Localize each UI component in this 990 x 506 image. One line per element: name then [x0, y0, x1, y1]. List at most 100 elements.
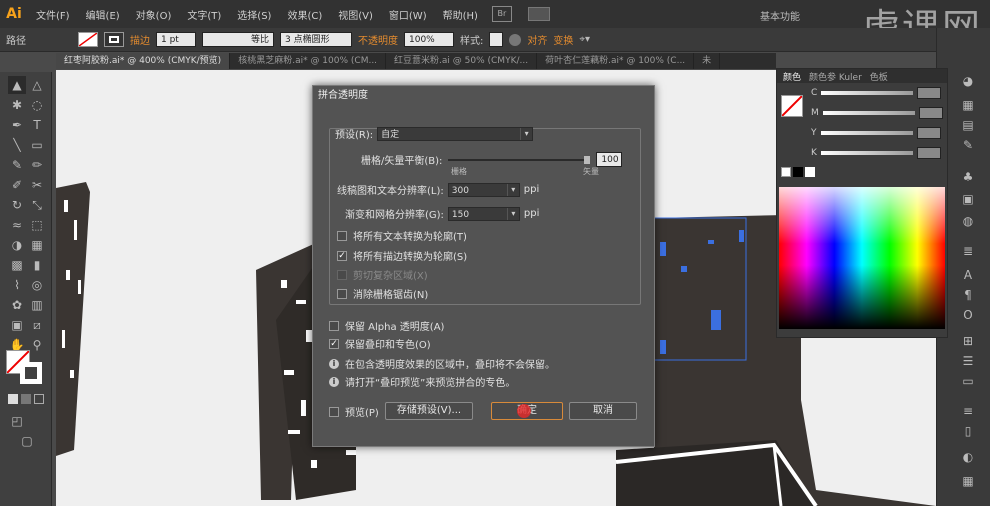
stroke-panel-icon[interactable]: ≡	[959, 402, 977, 420]
menu-type[interactable]: 文字(T)	[179, 7, 229, 22]
menu-file[interactable]: 文件(F)	[28, 7, 78, 22]
none-swatch[interactable]	[781, 167, 791, 177]
stroke-weight-field[interactable]: 1 pt	[156, 32, 196, 47]
raster-vector-slider[interactable]	[448, 155, 591, 164]
cb-antialias[interactable]: 消除栅格锯齿(N)	[337, 286, 428, 301]
cb-text-outlines[interactable]: 将所有文本转换为轮廓(T)	[337, 228, 467, 243]
style-swatch[interactable]	[489, 32, 504, 47]
graphic-styles-icon[interactable]: ▣	[959, 190, 977, 208]
channel-m[interactable]: M	[811, 107, 943, 119]
menu-window[interactable]: 窗口(W)	[381, 7, 435, 22]
mesh-tool-icon[interactable]: ▩	[8, 256, 26, 274]
checkbox[interactable]	[337, 288, 347, 299]
tab-swatches[interactable]: 色板	[870, 70, 888, 83]
artboards-panel-icon[interactable]: ▦	[959, 472, 977, 490]
symbol-sprayer-tool-icon[interactable]: ✿	[8, 296, 26, 314]
character-panel-icon[interactable]: A	[959, 266, 977, 284]
screen-mode-icon[interactable]: ▢	[18, 432, 36, 450]
free-transform-tool-icon[interactable]: ⬚	[28, 216, 46, 234]
checkbox-checked[interactable]: ✓	[329, 338, 339, 349]
align-panel-icon[interactable]: ☰	[959, 352, 977, 370]
graph-tool-icon[interactable]: ▥	[28, 296, 46, 314]
checkbox-checked[interactable]: ✓	[337, 250, 347, 261]
rectangle-tool-icon[interactable]: ▭	[28, 136, 46, 154]
line-art-dropdown[interactable]: 300 ▾	[447, 182, 520, 197]
brushes-panel-icon[interactable]: ✎	[959, 136, 977, 154]
magic-wand-tool-icon[interactable]: ✱	[8, 96, 26, 114]
width-tool-icon[interactable]: ≈	[8, 216, 26, 234]
channel-k[interactable]: K	[811, 147, 941, 159]
paintbrush-tool-icon[interactable]: ✎	[8, 156, 26, 174]
arrange-documents-icon[interactable]	[527, 7, 550, 21]
brush-definition[interactable]: 3 点椭圆形	[280, 32, 352, 47]
cb-stroke-outlines[interactable]: ✓ 将所有描边转换为轮廓(S)	[337, 248, 467, 263]
scissors-tool-icon[interactable]: ✂	[28, 176, 46, 194]
menu-object[interactable]: 对象(O)	[128, 7, 180, 22]
blob-brush-tool-icon[interactable]: ✐	[8, 176, 26, 194]
bridge-button[interactable]: Br	[491, 6, 512, 22]
black-swatch[interactable]	[793, 167, 803, 177]
direct-selection-tool-icon[interactable]: △	[28, 76, 46, 94]
slider-handle[interactable]	[584, 155, 591, 164]
opentype-panel-icon[interactable]: O	[959, 306, 977, 324]
menu-view[interactable]: 视图(V)	[330, 7, 381, 22]
preset-dropdown[interactable]: 自定 ▾	[377, 126, 534, 141]
opacity-label[interactable]: 不透明度	[358, 32, 398, 47]
paragraph-panel-icon[interactable]: ¶	[959, 286, 977, 304]
perspective-grid-tool-icon[interactable]: ▦	[28, 236, 46, 254]
fill-stroke-widget[interactable]	[6, 350, 46, 386]
gradient-tool-icon[interactable]: ▮	[28, 256, 46, 274]
tab-color-guide[interactable]: 颜色参 Kuler	[809, 70, 862, 83]
transform-panel-icon[interactable]: ⊞	[959, 332, 977, 350]
symbols-panel-icon[interactable]: ♣	[959, 168, 977, 186]
pathfinder-panel-icon[interactable]: ▭	[959, 372, 977, 390]
gradient-mesh-dropdown[interactable]: 150 ▾	[447, 206, 520, 221]
raster-vector-field[interactable]: 100	[596, 152, 623, 167]
variable-width-profile[interactable]: 等比	[202, 32, 274, 47]
stroke-label[interactable]: 描边	[130, 32, 150, 47]
tab-doc-4[interactable]: 荷叶杏仁莲藕粉.ai* @ 100% (C...	[537, 53, 695, 69]
color-mode-buttons[interactable]	[8, 394, 44, 404]
artboard-tool-icon[interactable]: ▣	[8, 316, 26, 334]
layers-panel-icon[interactable]: ≣	[959, 242, 977, 260]
shape-builder-tool-icon[interactable]: ◑	[8, 236, 26, 254]
panel-menu-icon[interactable]: ⌖▾	[579, 34, 590, 45]
opacity-field[interactable]: 100%	[404, 32, 454, 47]
transform-label[interactable]: 变换	[553, 32, 573, 47]
save-preset-button[interactable]: 存储预设(V)...	[385, 402, 473, 420]
appearance-icon[interactable]: ◍	[959, 212, 977, 230]
line-tool-icon[interactable]: ╲	[8, 136, 26, 154]
checkbox[interactable]	[329, 406, 339, 417]
tab-doc-1[interactable]: 红枣阿胶粉.ai* @ 400% (CMYK/预览)	[56, 53, 231, 69]
cancel-button[interactable]: 取消	[569, 402, 637, 420]
menu-select[interactable]: 选择(S)	[229, 7, 279, 22]
swatches-panel-icon[interactable]: ▤	[959, 116, 977, 134]
blend-tool-icon[interactable]: ◎	[28, 276, 46, 294]
fill-stroke-preview[interactable]	[781, 95, 803, 117]
pencil-tool-icon[interactable]: ✏	[28, 156, 46, 174]
menu-effect[interactable]: 效果(C)	[279, 7, 330, 22]
stroke-swatch[interactable]	[104, 32, 124, 47]
eyedropper-tool-icon[interactable]: ⌇	[8, 276, 26, 294]
cb-overprint[interactable]: ✓ 保留叠印和专色(O)	[329, 336, 431, 351]
tab-doc-5[interactable]: 未	[694, 53, 721, 69]
color-panel-icon[interactable]: ◕	[959, 72, 977, 90]
scale-tool-icon[interactable]: ⤡	[28, 196, 46, 214]
transparency-panel-icon[interactable]: ◐	[959, 448, 977, 466]
menu-edit[interactable]: 编辑(E)	[78, 7, 128, 22]
pen-tool-icon[interactable]: ✒	[8, 116, 26, 134]
drawing-mode-icon[interactable]: ◰	[8, 412, 26, 430]
selection-tool-icon[interactable]: ▲	[8, 76, 26, 94]
fill-swatch[interactable]	[78, 32, 98, 47]
channel-c[interactable]: C	[811, 87, 942, 99]
align-label[interactable]: 对齐	[527, 32, 547, 47]
cb-preview[interactable]: 预览(P)	[329, 404, 379, 419]
recolor-icon[interactable]	[509, 33, 522, 46]
tab-color[interactable]: 颜色	[783, 70, 801, 83]
color-guide-icon[interactable]: ▦	[959, 96, 977, 114]
white-swatch[interactable]	[805, 167, 815, 177]
checkbox[interactable]	[337, 230, 347, 241]
tab-doc-2[interactable]: 核桃黑芝麻粉.ai* @ 100% (CM...	[230, 53, 387, 69]
workspace-switcher[interactable]: 基本功能	[760, 8, 800, 23]
checkbox[interactable]	[329, 320, 339, 331]
